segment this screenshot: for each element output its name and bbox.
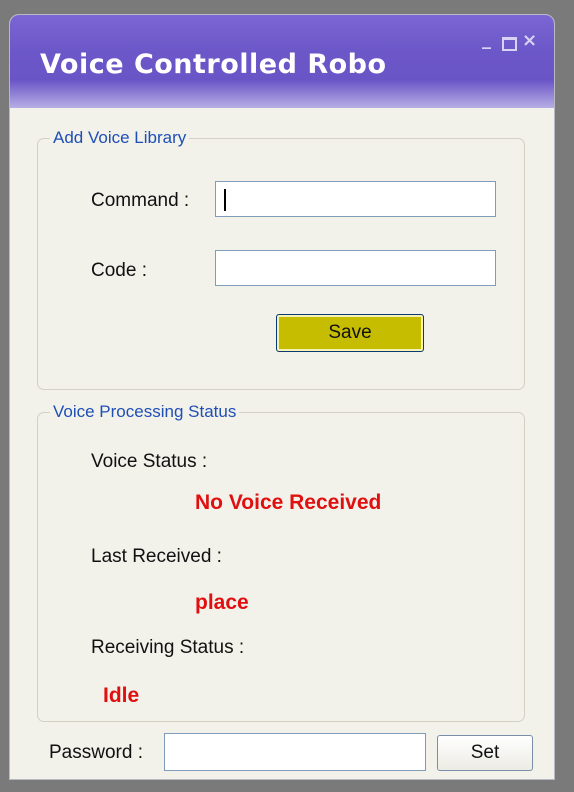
text-caret xyxy=(224,189,226,211)
receiving-status-value: Idle xyxy=(103,684,140,707)
minimize-icon[interactable]: _ xyxy=(482,29,491,50)
add-voice-library-legend: Add Voice Library xyxy=(53,128,187,147)
receiving-status-label: Receiving Status : xyxy=(91,637,245,658)
voice-status-label: Voice Status : xyxy=(91,451,208,472)
set-button[interactable]: Set xyxy=(437,735,533,771)
title-bar[interactable]: Voice Controlled Robo _ × xyxy=(10,15,554,108)
close-icon[interactable]: × xyxy=(522,30,537,51)
command-input[interactable] xyxy=(215,181,496,217)
voice-processing-status-legend: Voice Processing Status xyxy=(53,402,237,421)
code-input[interactable] xyxy=(215,250,496,286)
password-input[interactable] xyxy=(164,733,426,771)
window-title: Voice Controlled Robo xyxy=(40,49,387,80)
command-label: Command : xyxy=(91,190,190,211)
voice-status-value: No Voice Received xyxy=(195,491,382,514)
last-received-label: Last Received : xyxy=(91,546,222,567)
last-received-value: place xyxy=(195,591,249,614)
password-label: Password : xyxy=(49,742,143,763)
maximize-icon[interactable] xyxy=(502,37,517,51)
code-label: Code : xyxy=(91,260,147,281)
save-button[interactable]: Save xyxy=(276,314,424,352)
